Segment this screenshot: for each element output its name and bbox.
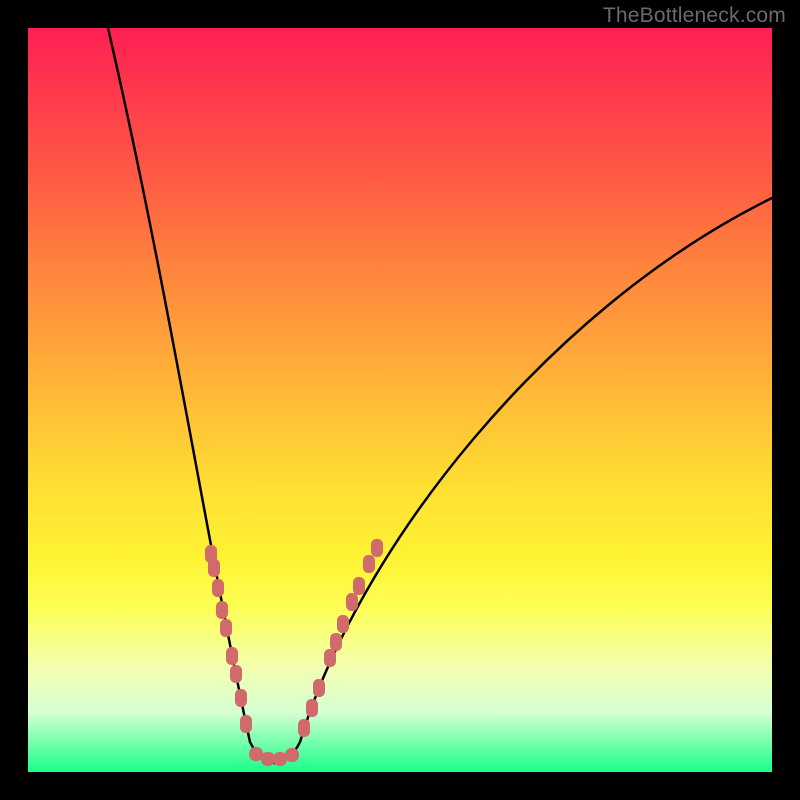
data-marker — [220, 619, 232, 637]
marker-layer — [205, 539, 383, 766]
data-marker — [298, 719, 310, 737]
data-marker — [212, 579, 224, 597]
bottleneck-curve-path — [108, 28, 772, 763]
data-marker — [285, 748, 299, 762]
data-marker — [208, 559, 220, 577]
chart-frame: TheBottleneck.com — [0, 0, 800, 800]
data-marker — [216, 601, 228, 619]
data-marker — [273, 752, 287, 766]
data-marker — [313, 679, 325, 697]
data-marker — [230, 665, 242, 683]
curve-layer — [108, 28, 772, 763]
chart-svg — [28, 28, 772, 772]
data-marker — [330, 633, 342, 651]
data-marker — [353, 577, 365, 595]
watermark-text: TheBottleneck.com — [603, 4, 786, 28]
data-marker — [324, 649, 336, 667]
data-marker — [371, 539, 383, 557]
data-marker — [240, 715, 252, 733]
data-marker — [363, 555, 375, 573]
data-marker — [337, 615, 349, 633]
data-marker — [306, 699, 318, 717]
data-marker — [346, 593, 358, 611]
data-marker — [261, 752, 275, 766]
plot-area — [28, 28, 772, 772]
data-marker — [249, 747, 263, 761]
data-marker — [226, 647, 238, 665]
data-marker — [235, 689, 247, 707]
